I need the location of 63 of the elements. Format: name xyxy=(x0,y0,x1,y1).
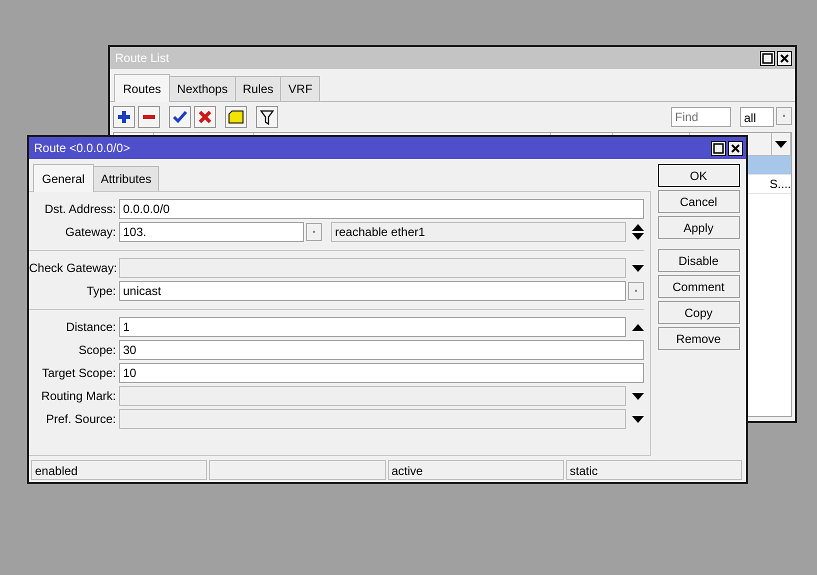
tab[interactable]: Attributes xyxy=(92,166,160,191)
tab[interactable]: Rules xyxy=(234,76,282,101)
input-field[interactable]: 1 xyxy=(119,317,626,337)
find-field[interactable]: Find xyxy=(671,107,731,127)
cross-icon xyxy=(198,110,212,124)
add-button[interactable] xyxy=(113,106,135,128)
field-label: Distance: xyxy=(64,319,117,336)
maximize-button[interactable] xyxy=(760,50,775,66)
dialog-button[interactable]: OK xyxy=(658,164,740,187)
enable-button[interactable] xyxy=(169,106,191,128)
filter-icon xyxy=(260,110,274,124)
down-arrow-icon xyxy=(775,140,788,148)
input-field[interactable]: unicast xyxy=(119,281,626,301)
field-label: Pref. Source: xyxy=(44,411,117,428)
maximize-button[interactable] xyxy=(711,140,726,156)
plus-icon xyxy=(117,110,131,124)
maximize-icon xyxy=(762,52,773,64)
filter-field[interactable]: all xyxy=(740,107,774,127)
close-button[interactable] xyxy=(728,140,743,156)
down-arrow-icon[interactable] xyxy=(632,416,644,422)
close-icon xyxy=(730,142,741,154)
field-label: Routing Mark: xyxy=(40,388,117,405)
tab[interactable]: VRF xyxy=(280,76,320,101)
input-field[interactable]: 10 xyxy=(119,363,644,383)
status-text: active xyxy=(388,460,564,480)
dialog-button[interactable]: Remove xyxy=(658,327,740,350)
maximize-icon xyxy=(713,142,724,154)
up-down-arrows-icon[interactable] xyxy=(632,224,644,240)
field-label: Scope: xyxy=(78,342,117,359)
tab[interactable]: Nexthops xyxy=(169,76,236,101)
down-arrow-icon[interactable] xyxy=(632,392,644,400)
input-field[interactable]: 103. xyxy=(119,222,304,242)
status-text: enabled xyxy=(31,460,208,480)
field-label: Target Scope: xyxy=(40,365,117,382)
status-text: static xyxy=(566,460,742,480)
check-icon xyxy=(173,110,187,124)
window-title: Route List xyxy=(115,50,170,67)
comment-button[interactable] xyxy=(225,106,247,128)
close-button[interactable] xyxy=(777,50,792,66)
columns-menu-button[interactable] xyxy=(772,133,792,155)
tab[interactable]: Routes xyxy=(114,74,170,102)
dialog-button[interactable]: Disable xyxy=(658,249,740,272)
field-label: Dst. Address: xyxy=(44,201,117,218)
down-arrow-icon[interactable] xyxy=(632,264,644,272)
field-label: Check Gateway: xyxy=(29,260,118,277)
up-arrow-icon[interactable] xyxy=(632,324,644,330)
table-cell-text: S.... xyxy=(768,176,791,193)
field-label: Gateway: xyxy=(64,224,117,241)
input-field[interactable]: 30 xyxy=(119,340,644,360)
status-field: reachable ether1 xyxy=(331,222,626,242)
tab[interactable]: General xyxy=(33,164,94,192)
close-icon xyxy=(779,52,790,64)
dialog-button[interactable]: Apply xyxy=(658,216,740,239)
window-title: Route <0.0.0.0/0> xyxy=(34,140,132,157)
dialog-button[interactable]: Cancel xyxy=(658,190,740,213)
note-icon xyxy=(228,110,244,124)
disable-button[interactable] xyxy=(194,106,216,128)
field-label: Type: xyxy=(86,283,117,300)
input-field[interactable]: 0.0.0.0/0 xyxy=(119,199,644,219)
filter-button[interactable] xyxy=(256,106,278,128)
dialog-button[interactable]: Comment xyxy=(658,275,740,298)
dialog-button[interactable]: Copy xyxy=(658,301,740,324)
remove-button[interactable] xyxy=(138,106,160,128)
